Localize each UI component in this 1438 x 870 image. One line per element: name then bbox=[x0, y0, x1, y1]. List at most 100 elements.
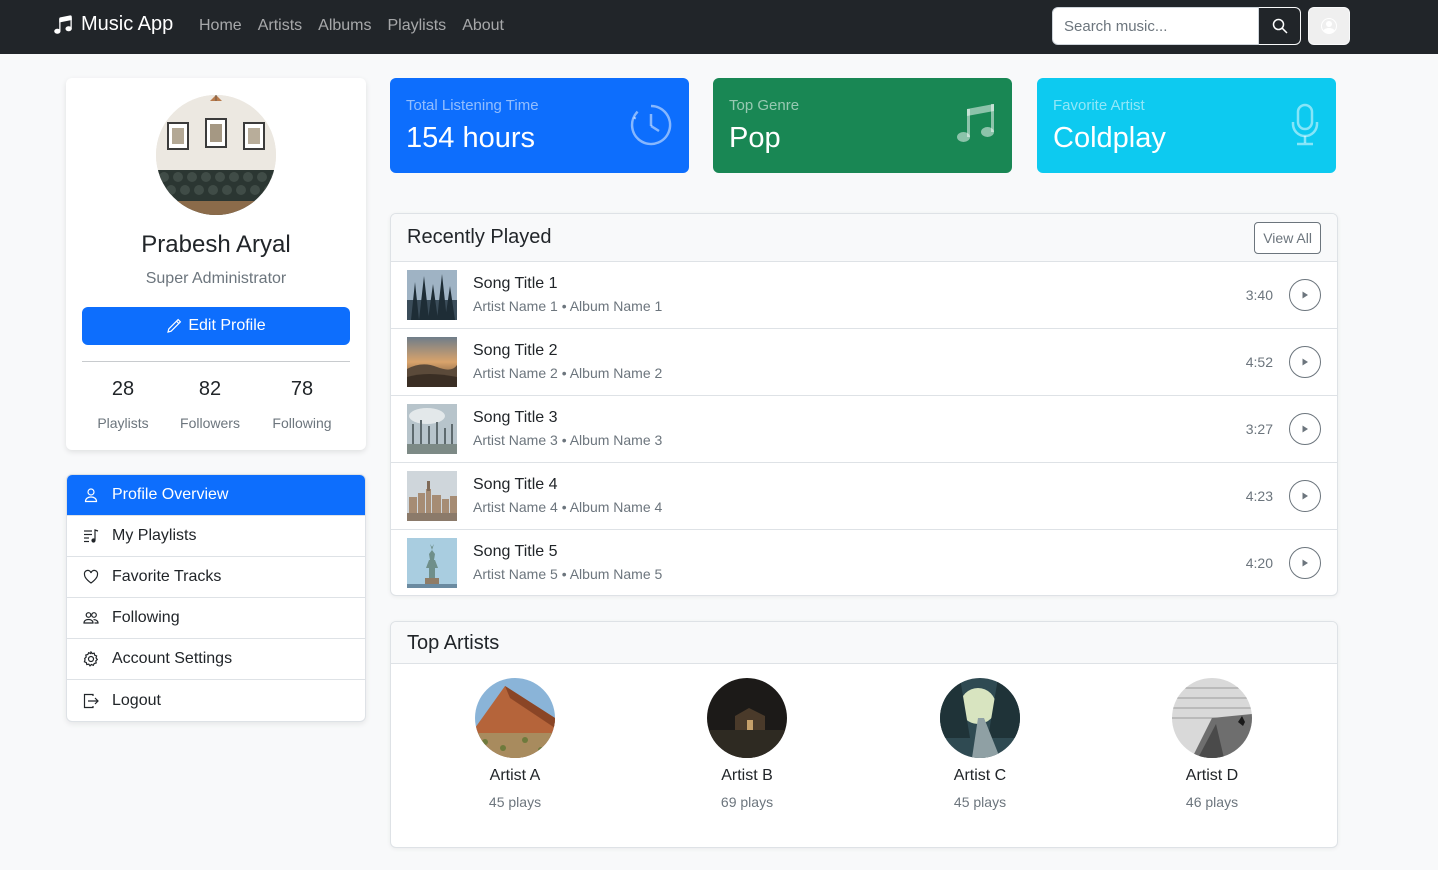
stat-label: Playlists bbox=[97, 415, 149, 431]
menu-item-profile-overview[interactable]: Profile Overview bbox=[67, 475, 365, 516]
artist-name: Artist C bbox=[953, 767, 1007, 784]
stat-value: 78 bbox=[290, 378, 314, 400]
menu-item-label: Account Settings bbox=[112, 650, 233, 667]
song-duration: 4:20 bbox=[1245, 555, 1273, 571]
recently-played-title: Recently Played bbox=[407, 226, 552, 248]
stat-card-value: 154 hours bbox=[406, 122, 535, 154]
song-title: Song Title 3 bbox=[473, 409, 558, 426]
song-row[interactable]: Song Title 1 Artist Name 1 • Album Name … bbox=[391, 262, 1337, 329]
album-art bbox=[407, 270, 457, 320]
edit-profile-label: Edit Profile bbox=[188, 317, 266, 334]
heart-icon bbox=[83, 569, 99, 585]
play-icon bbox=[1300, 424, 1310, 434]
play-button[interactable] bbox=[1289, 413, 1321, 445]
microphone-icon bbox=[1290, 103, 1320, 152]
album-art bbox=[407, 471, 457, 521]
nav-link-home[interactable]: Home bbox=[199, 17, 242, 35]
brand-name: Music App bbox=[81, 13, 174, 35]
menu-item-favorite-tracks[interactable]: Favorite Tracks bbox=[67, 557, 365, 598]
song-row[interactable]: Song Title 4 Artist Name 4 • Album Name … bbox=[391, 463, 1337, 530]
song-row[interactable]: Song Title 2 Artist Name 2 • Album Name … bbox=[391, 329, 1337, 396]
song-duration: 4:52 bbox=[1245, 354, 1273, 370]
menu-item-label: Profile Overview bbox=[112, 486, 229, 503]
nav-links: Home Artists Albums Playlists About bbox=[199, 17, 504, 35]
play-button[interactable] bbox=[1289, 346, 1321, 378]
avatar bbox=[156, 95, 276, 215]
view-all-button[interactable]: View All bbox=[1254, 222, 1321, 254]
nav-link-artists[interactable]: Artists bbox=[258, 17, 302, 35]
panel-header: Recently Played View All bbox=[391, 214, 1337, 262]
people-icon bbox=[83, 610, 99, 626]
artist-card[interactable]: Artist A 45 plays bbox=[399, 678, 631, 810]
artist-card[interactable]: Artist D 46 plays bbox=[1096, 678, 1328, 810]
stat-value: 28 bbox=[111, 378, 135, 400]
menu-item-following[interactable]: Following bbox=[67, 598, 365, 639]
search-icon bbox=[1272, 18, 1288, 34]
play-icon bbox=[1300, 491, 1310, 501]
stat-card-top-genre: Top Genre Pop bbox=[713, 78, 1012, 173]
pencil-icon bbox=[166, 318, 182, 334]
nav-link-playlists[interactable]: Playlists bbox=[388, 17, 447, 35]
song-meta: Artist Name 1 • Album Name 1 bbox=[473, 298, 663, 314]
artist-plays: 46 plays bbox=[1185, 794, 1239, 810]
nav-link-albums[interactable]: Albums bbox=[318, 17, 371, 35]
music-note-icon bbox=[53, 14, 81, 35]
side-menu: Profile Overview My Playlists Favorite T… bbox=[66, 474, 366, 722]
profile-role: Super Administrator bbox=[145, 270, 287, 287]
album-art bbox=[407, 404, 457, 454]
nav-link-about[interactable]: About bbox=[462, 17, 504, 35]
stat-label: Following bbox=[272, 415, 332, 431]
search-input[interactable] bbox=[1052, 7, 1259, 45]
stat-card-favorite-artist: Favorite Artist Coldplay bbox=[1037, 78, 1336, 173]
clock-icon bbox=[629, 103, 673, 152]
top-artists-title: Top Artists bbox=[407, 632, 500, 654]
playlist-icon bbox=[83, 528, 99, 544]
stat-card-label: Favorite Artist bbox=[1053, 97, 1145, 114]
artist-plays: 45 plays bbox=[953, 794, 1007, 810]
artist-card[interactable]: Artist B 69 plays bbox=[631, 678, 863, 810]
song-meta: Artist Name 2 • Album Name 2 bbox=[473, 365, 663, 381]
user-menu-button[interactable] bbox=[1308, 7, 1350, 45]
profile-card: Prabesh Aryal Super Administrator Edit P… bbox=[66, 78, 366, 450]
song-meta: Artist Name 5 • Album Name 5 bbox=[473, 566, 663, 582]
menu-item-account-settings[interactable]: Account Settings bbox=[67, 639, 365, 680]
stat-card-label: Total Listening Time bbox=[406, 97, 539, 114]
artist-image bbox=[1172, 678, 1252, 758]
top-artists-panel: Top Artists Artist A 45 plays Artist B 6… bbox=[390, 621, 1338, 848]
edit-profile-button[interactable]: Edit Profile bbox=[82, 307, 350, 345]
menu-item-label: Following bbox=[112, 609, 180, 626]
logout-icon bbox=[83, 693, 99, 709]
stat-card-value: Pop bbox=[729, 122, 781, 154]
play-icon bbox=[1300, 558, 1310, 568]
song-duration: 4:23 bbox=[1245, 488, 1273, 504]
artist-card[interactable]: Artist C 45 plays bbox=[864, 678, 1096, 810]
stat-card-listening-time: Total Listening Time 154 hours bbox=[390, 78, 689, 173]
artist-name: Artist A bbox=[489, 767, 541, 784]
play-button[interactable] bbox=[1289, 547, 1321, 579]
profile-divider bbox=[82, 361, 350, 362]
search-button[interactable] bbox=[1259, 7, 1301, 45]
artist-name: Artist D bbox=[1185, 767, 1239, 784]
brand-link[interactable]: Music App bbox=[53, 13, 173, 36]
song-row[interactable]: Song Title 3 Artist Name 3 • Album Name … bbox=[391, 396, 1337, 463]
artist-plays: 45 plays bbox=[488, 794, 542, 810]
stat-value: 82 bbox=[198, 378, 222, 400]
song-row[interactable]: Song Title 5 Artist Name 5 • Album Name … bbox=[391, 530, 1337, 595]
person-icon bbox=[83, 487, 99, 503]
artist-image bbox=[707, 678, 787, 758]
profile-name: Prabesh Aryal bbox=[141, 231, 291, 258]
menu-item-logout[interactable]: Logout bbox=[67, 680, 365, 721]
stat-following: 78 Following bbox=[257, 378, 347, 431]
song-title: Song Title 2 bbox=[473, 342, 558, 359]
play-button[interactable] bbox=[1289, 279, 1321, 311]
recently-played-panel: Recently Played View All Song Title 1 Ar… bbox=[390, 213, 1338, 596]
menu-item-my-playlists[interactable]: My Playlists bbox=[67, 516, 365, 557]
stat-card-value: Coldplay bbox=[1053, 122, 1166, 154]
album-art bbox=[407, 337, 457, 387]
music-notes-icon bbox=[956, 103, 996, 150]
song-title: Song Title 1 bbox=[473, 275, 558, 292]
top-navbar: Music App Home Artists Albums Playlists … bbox=[0, 0, 1438, 54]
play-button[interactable] bbox=[1289, 480, 1321, 512]
stat-label: Followers bbox=[180, 415, 240, 431]
artist-name: Artist B bbox=[721, 767, 773, 784]
